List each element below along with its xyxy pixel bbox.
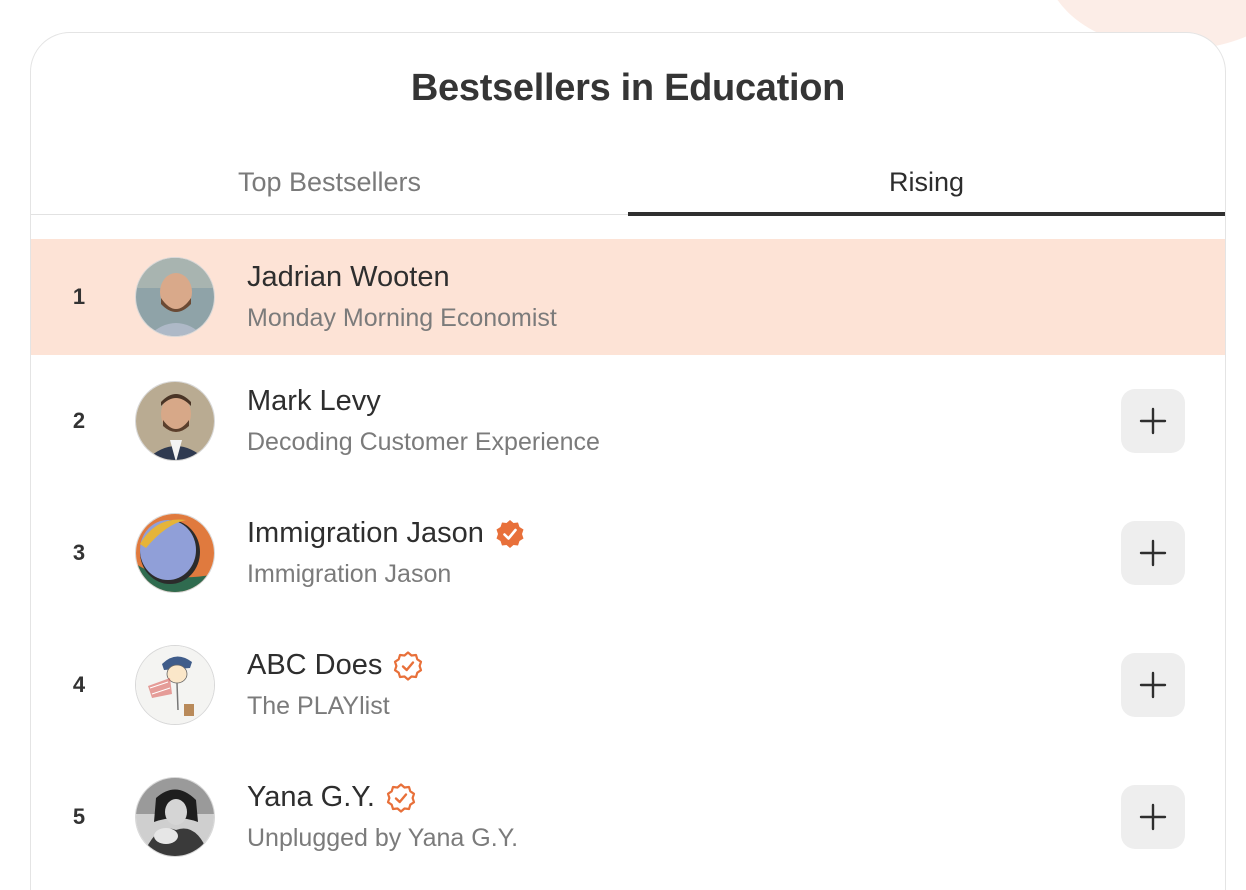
- tab-top-bestsellers[interactable]: Top Bestsellers: [31, 151, 628, 214]
- publication-name: Immigration Jason: [247, 560, 452, 588]
- page-title: Bestsellers in Education: [410, 67, 846, 109]
- plus-icon: [1139, 539, 1167, 567]
- add-button[interactable]: [1121, 785, 1185, 849]
- list-item[interactable]: 1 Jadrian Wooten Monday Morning Economis…: [31, 239, 1225, 355]
- rank-number: 4: [72, 672, 86, 697]
- avatar: [135, 513, 215, 593]
- rank-number: 2: [72, 408, 86, 433]
- add-button[interactable]: [1121, 521, 1185, 585]
- publication-name: Decoding Customer Experience: [247, 428, 600, 456]
- item-info: ABC Does The PLAYlist: [247, 649, 424, 721]
- rank-number: 3: [72, 540, 86, 565]
- plus-icon: [1139, 407, 1167, 435]
- author-name: Yana G.Y.: [247, 781, 375, 813]
- list-item[interactable]: 2 Mark Levy Decoding Customer Experience: [31, 355, 1225, 487]
- avatar: [135, 257, 215, 337]
- plus-icon: [1139, 671, 1167, 699]
- verified-outline-icon: [392, 650, 424, 682]
- bestsellers-card: Bestsellers in Education Top Bestsellers…: [30, 32, 1226, 890]
- list-item[interactable]: 4 ABC Does The PLAYlist: [31, 619, 1225, 751]
- avatar: [135, 645, 215, 725]
- item-info: Yana G.Y. Unplugged by Yana G.Y.: [247, 781, 518, 853]
- add-button[interactable]: [1121, 389, 1185, 453]
- tab-rising[interactable]: Rising: [628, 151, 1225, 216]
- rank-number: 1: [72, 284, 86, 309]
- author-name: Mark Levy: [247, 385, 381, 417]
- publication-name: Monday Morning Economist: [247, 304, 557, 332]
- author-name: Jadrian Wooten: [247, 261, 450, 293]
- rank-number: 5: [72, 804, 86, 829]
- add-button[interactable]: [1121, 653, 1185, 717]
- verified-outline-icon: [385, 782, 417, 814]
- list-item[interactable]: 5 Yana G.Y. Unplugged by Yana G.Y.: [31, 751, 1225, 883]
- bestseller-list: 1 Jadrian Wooten Monday Morning Economis…: [31, 239, 1225, 883]
- avatar: [135, 381, 215, 461]
- avatar: [135, 777, 215, 857]
- author-name: Immigration Jason: [247, 517, 484, 549]
- item-info: Jadrian Wooten Monday Morning Economist: [247, 261, 557, 333]
- publication-name: The PLAYlist: [247, 692, 390, 720]
- item-info: Immigration Jason Immigration Jason: [247, 517, 526, 589]
- list-item[interactable]: 3 Immigration Jason Immigration Jason: [31, 487, 1225, 619]
- author-name: ABC Does: [247, 649, 383, 681]
- item-info: Mark Levy Decoding Customer Experience: [247, 385, 600, 457]
- verified-filled-icon: [494, 518, 526, 550]
- plus-icon: [1139, 803, 1167, 831]
- tab-bar: Top Bestsellers Rising: [31, 151, 1225, 216]
- publication-name: Unplugged by Yana G.Y.: [247, 824, 519, 852]
